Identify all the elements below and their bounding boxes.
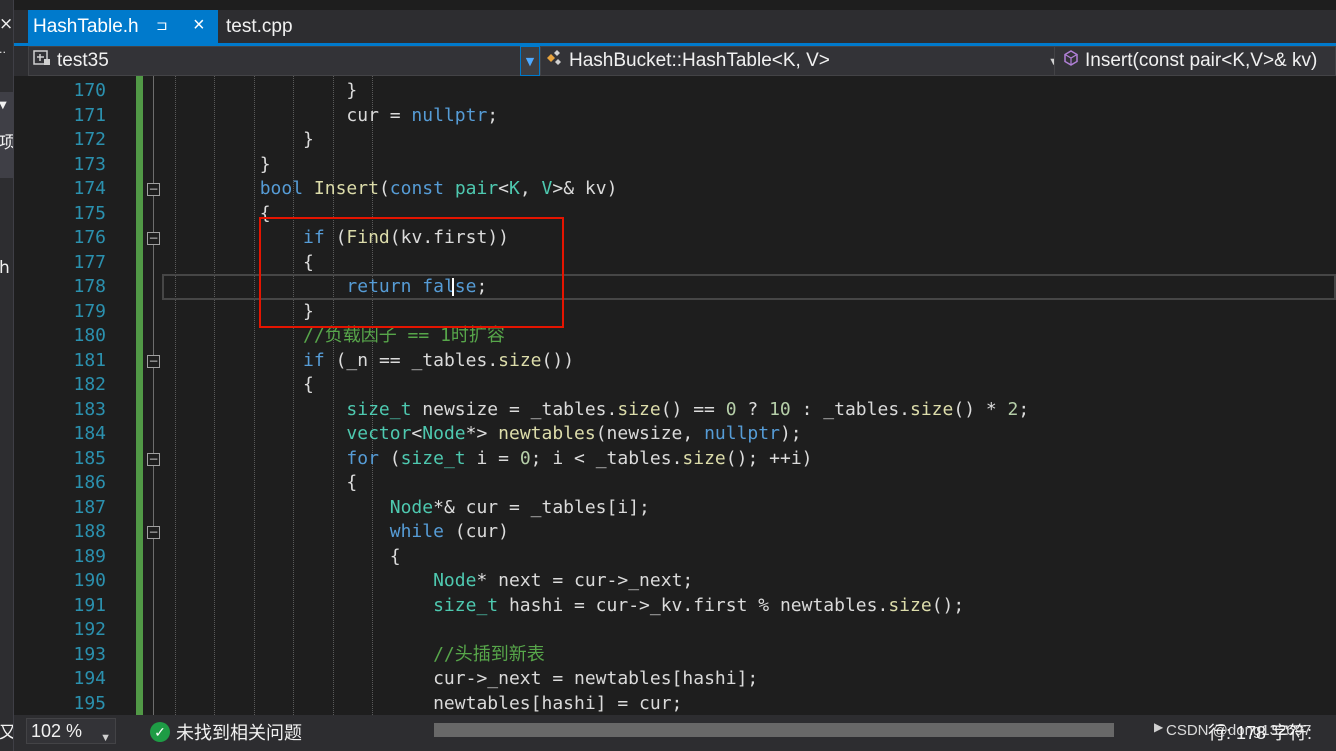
annotation-highlight-box: [259, 217, 564, 328]
line-number: 174: [73, 178, 106, 199]
code-line[interactable]: Node*& cur = _tables[i];: [173, 496, 650, 521]
project-dropdown[interactable]: test35: [28, 46, 532, 76]
code-line[interactable]: if (_n == _tables.size()): [173, 349, 574, 374]
change-tracking-bar: [136, 76, 143, 715]
pin-icon[interactable]: ⊐: [156, 17, 168, 34]
line-number: 184: [73, 423, 106, 444]
truncated-label: h: [0, 258, 10, 278]
line-number: 189: [73, 545, 106, 567]
tab-hashtable-h[interactable]: HashTable.h ⊐ ×: [28, 10, 218, 43]
chevron-down-icon[interactable]: ▼: [0, 100, 7, 111]
code-line[interactable]: for (size_t i = 0; i < _tables.size(); +…: [173, 447, 812, 472]
truncated-label: 项: [0, 128, 13, 153]
member-label: Insert(const pair<K,V>& kv): [1085, 50, 1318, 71]
method-icon: [1063, 50, 1079, 72]
status-bar: 102 % ▼ ✓ 未找到相关问题 ▶ 行: 178 字符: CSDN @don…: [14, 715, 1336, 751]
line-number: 194: [73, 668, 106, 689]
zoom-dropdown[interactable]: 102 % ▼: [26, 718, 116, 744]
code-line[interactable]: vector<Node*> newtables(newsize, nullptr…: [173, 422, 801, 447]
navigation-bar: test35 ▼ HashBucket::HashTable<K, V> ▼ I…: [14, 46, 1336, 76]
issues-text: 未找到相关问题: [176, 723, 302, 743]
zoom-level: 102 %: [31, 721, 83, 741]
code-line[interactable]: {: [173, 373, 314, 398]
code-line[interactable]: {: [173, 202, 271, 227]
tab-label: test.cpp: [226, 15, 293, 37]
code-line[interactable]: }: [173, 79, 357, 104]
line-number: 192: [73, 619, 106, 640]
code-line[interactable]: newtables[hashi] = cur;: [173, 692, 682, 716]
project-icon: [33, 49, 51, 73]
line-number: 191: [73, 594, 106, 616]
line-number: 183: [73, 398, 106, 420]
chevron-down-icon[interactable]: ▼: [100, 726, 111, 750]
line-number: 177: [73, 251, 106, 273]
truncated-label: 又: [0, 718, 13, 743]
code-line[interactable]: }: [173, 153, 271, 178]
scrollbar-thumb[interactable]: [434, 723, 1114, 737]
collapse-icon[interactable]: −: [147, 526, 160, 539]
outline-line: [153, 76, 154, 715]
collapse-icon[interactable]: −: [147, 232, 160, 245]
watermark: CSDN @dong132697: [1166, 722, 1312, 739]
document-tab-bar: HashTable.h ⊐ × test.cpp: [14, 10, 1336, 43]
line-number: 188: [73, 521, 106, 542]
line-number: 175: [73, 202, 106, 224]
code-line[interactable]: cur = nullptr;: [173, 104, 498, 129]
line-number: 171: [73, 104, 106, 126]
tab-label: HashTable.h: [33, 15, 139, 37]
code-line[interactable]: cur->_next = newtables[hashi];: [173, 667, 758, 692]
project-name: test35: [57, 50, 109, 71]
line-number: 193: [73, 643, 106, 665]
code-line[interactable]: //头插到新表: [173, 643, 545, 668]
line-number: 185: [73, 447, 106, 469]
class-icon: [545, 49, 563, 73]
code-line[interactable]: bool Insert(const pair<K, V>& kv): [173, 177, 618, 202]
code-line[interactable]: size_t hashi = cur->_kv.first % newtable…: [173, 594, 964, 619]
scroll-right-icon[interactable]: ▶: [1154, 720, 1163, 734]
line-number: 195: [73, 692, 106, 714]
class-scope-label: HashBucket::HashTable<K, V>: [569, 50, 830, 71]
chevron-down-icon[interactable]: ▼: [520, 46, 540, 76]
line-number: 178: [73, 276, 106, 297]
line-number: 179: [73, 300, 106, 322]
horizontal-scrollbar[interactable]: [434, 723, 1114, 737]
close-icon[interactable]: ×: [193, 14, 205, 37]
member-dropdown[interactable]: Insert(const pair<K,V>& kv): [1054, 46, 1336, 76]
line-number: 187: [73, 496, 106, 518]
solution-explorer-edge: × ·· 项 h 又 ▼: [0, 0, 14, 751]
line-number: 170: [73, 80, 106, 101]
code-line[interactable]: Node* next = cur->_next;: [173, 569, 693, 594]
line-number: 186: [73, 472, 106, 493]
tab-test-cpp[interactable]: test.cpp: [214, 10, 324, 43]
line-number: 181: [73, 349, 106, 371]
close-icon[interactable]: ×: [0, 14, 13, 34]
collapse-icon[interactable]: −: [147, 354, 160, 368]
check-circle-icon: ✓: [150, 722, 170, 742]
line-number: 180: [73, 325, 106, 346]
code-line[interactable]: {: [173, 471, 357, 496]
issues-indicator[interactable]: ✓ 未找到相关问题: [150, 719, 302, 745]
code-editor[interactable]: 170 171 172 173 174 175 176 177 178 179 180 181 182 1…: [26, 76, 1336, 715]
indent-guide: [332, 76, 334, 715]
line-number: 172: [73, 129, 106, 150]
more-icon[interactable]: ··: [0, 46, 6, 59]
line-number-gutter: 170 171 172 173 174 175 176 177 178 179 180 181 182 1…: [26, 76, 106, 715]
code-line[interactable]: size_t newsize = _tables.size() == 0 ? 1…: [173, 398, 1029, 423]
code-line[interactable]: }: [173, 128, 314, 153]
indent-guide: [372, 76, 373, 715]
collapse-icon[interactable]: −: [147, 183, 160, 196]
collapse-icon[interactable]: −: [147, 452, 160, 466]
code-line[interactable]: {: [173, 545, 401, 570]
line-number: 182: [73, 374, 106, 395]
class-scope-dropdown[interactable]: HashBucket::HashTable<K, V> ▼: [540, 46, 1064, 76]
line-number: 190: [73, 570, 106, 591]
code-line[interactable]: while (cur): [173, 520, 509, 545]
line-number: 176: [73, 227, 106, 248]
line-number: 173: [73, 153, 106, 175]
